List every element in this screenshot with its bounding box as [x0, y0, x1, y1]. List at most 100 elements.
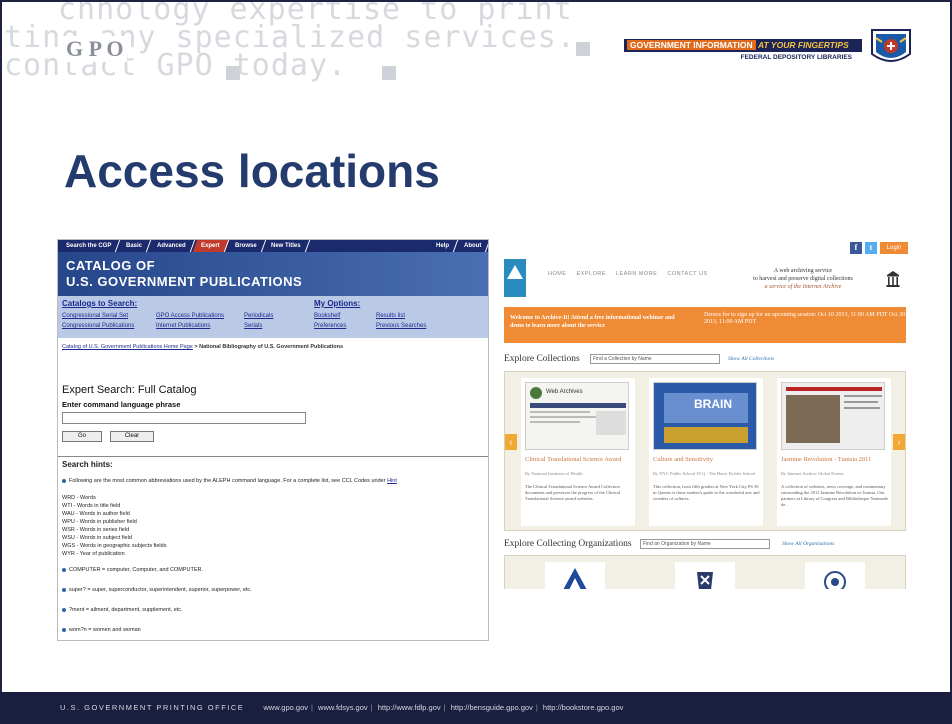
carousel-next-icon[interactable]: › — [893, 434, 905, 450]
footer-link[interactable]: www.gpo.gov — [263, 703, 308, 712]
catalog-banner: CATALOG OF U.S. GOVERNMENT PUBLICATIONS — [58, 252, 488, 296]
fdlp-eagle-logo-icon — [871, 29, 911, 62]
nav-about[interactable]: About — [455, 240, 488, 252]
social-bar: f t Login — [850, 242, 908, 254]
banner-title-part2: AT YOUR FINGERTIPS — [758, 40, 849, 50]
catalog-banner-line1: CATALOG OF — [66, 258, 156, 273]
tagline-line3: a service of the Internet Archive — [764, 284, 842, 290]
fdlp-banner: GOVERNMENT INFORMATION AT YOUR FINGERTIP… — [624, 39, 862, 65]
option-link[interactable]: Previous Searches — [376, 323, 426, 329]
org-logo-icon — [563, 568, 587, 589]
org-logo[interactable] — [545, 562, 605, 589]
banner-title-part1: GOVERNMENT INFORMATION — [627, 40, 756, 50]
footer-link[interactable]: http://bookstore.gpo.gov — [543, 703, 623, 712]
catalog-link[interactable]: GPO Access Publications — [156, 313, 224, 319]
catalog-link[interactable]: Congressional Serial Set — [62, 313, 128, 319]
command-input[interactable] — [62, 412, 306, 424]
slide-title: Access locations — [64, 145, 440, 197]
option-link[interactable]: Results list — [376, 313, 405, 319]
show-all-collections-link[interactable]: Show All Collections — [728, 356, 774, 362]
archive-building-icon — [886, 271, 900, 287]
hint-intro: Following are the most common abbreviati… — [62, 478, 397, 484]
footer-link[interactable]: http://www.fdlp.gov — [378, 703, 441, 712]
breadcrumb-current: > National Bibliography of U.S. Governme… — [192, 344, 344, 350]
org-logo-icon — [824, 571, 846, 589]
bullet-icon — [62, 567, 66, 572]
command-language-label: Enter command language phrase — [62, 400, 181, 409]
bullet-icon — [62, 478, 66, 483]
hint-link[interactable]: Hint — [387, 478, 397, 484]
breadcrumb-home-link[interactable]: Catalog of U.S. Government Publications … — [62, 344, 193, 350]
nav-new-titles[interactable]: New Titles — [263, 240, 311, 252]
find-collection-input[interactable]: Find a Collection by Name — [590, 354, 720, 364]
facebook-icon[interactable]: f — [850, 242, 862, 254]
carousel-prev-icon[interactable]: ‹ — [505, 434, 517, 450]
archive-it-menu: HOME EXPLORE LEARN MORE CONTACT US — [548, 271, 708, 277]
catalog-link[interactable]: Congressional Publications — [62, 323, 134, 329]
collection-thumbnail — [781, 382, 885, 450]
go-button[interactable]: Go — [62, 431, 102, 442]
twitter-icon[interactable]: t — [865, 242, 877, 254]
catalog-link[interactable]: Periodicals — [244, 313, 273, 319]
nav-basic[interactable]: Basic — [118, 240, 152, 252]
catalog-link[interactable]: Serials — [244, 323, 262, 329]
code-item: WYR - Year of publication — [62, 551, 125, 557]
code-item: WAU - Words in author field — [62, 511, 130, 517]
gpo-logo: G P O — [62, 36, 128, 62]
archive-it-logo-icon — [504, 259, 526, 297]
catalog-nav-bar: Search the CGP Basic Advanced Expert Bro… — [58, 240, 488, 252]
menu-contact-us[interactable]: CONTACT US — [667, 271, 707, 277]
collection-by: By Internet Archive Global Events — [781, 471, 844, 476]
nav-expert[interactable]: Expert — [192, 240, 229, 252]
webinar-promo-banner[interactable]: Welcome to Archive-It! Attend a free inf… — [504, 307, 906, 343]
show-all-orgs-link[interactable]: Show All Organizations — [782, 541, 834, 547]
collection-desc: This collection, from fifth graders at N… — [653, 484, 760, 501]
expert-search-title: Expert Search: Full Catalog — [62, 384, 197, 396]
collection-by: By NYC Public School 39 Q - The Harry Ei… — [653, 471, 756, 476]
catalog-link[interactable]: Internet Publications — [156, 323, 210, 329]
code-item: WRD - Words — [62, 495, 96, 501]
nav-advanced[interactable]: Advanced — [149, 240, 196, 252]
explore-collections-heading: Explore Collections — [504, 354, 580, 364]
bullet-icon — [62, 627, 66, 632]
option-link[interactable]: Bookshelf — [314, 313, 340, 319]
clear-button[interactable]: Clear — [110, 431, 154, 442]
search-hints-title: Search hints: — [62, 460, 113, 469]
footer-link[interactable]: www.fdsys.gov — [318, 703, 368, 712]
catalog-banner-line2: U.S. GOVERNMENT PUBLICATIONS — [66, 274, 303, 289]
collection-desc: The Clinical Translational Science Award… — [525, 484, 621, 501]
nav-help[interactable]: Help — [427, 240, 458, 252]
example-item: COMPUTER = computer, Computer, and COMPU… — [62, 567, 203, 573]
org-logo-icon — [697, 572, 713, 589]
banner-title: GOVERNMENT INFORMATION AT YOUR FINGERTIP… — [627, 40, 849, 50]
catalog-screenshot: Search the CGP Basic Advanced Expert Bro… — [57, 239, 489, 641]
collection-thumbnail: BRAIN — [653, 382, 757, 450]
menu-explore[interactable]: EXPLORE — [577, 271, 606, 277]
promo-dates: Demos for to sign up for an upcoming ses… — [704, 312, 906, 325]
option-link[interactable]: Preferences — [314, 323, 346, 329]
nav-search-cgp[interactable]: Search the CGP — [58, 240, 121, 252]
collection-card[interactable]: Web Archives Clinical Translational Scie… — [521, 378, 635, 526]
login-button[interactable]: Login — [880, 242, 908, 254]
collection-title: Clinical Translational Science Award — [525, 456, 622, 463]
watermark-square — [382, 66, 396, 80]
collection-card[interactable]: Jasmine Revolution - Tunisia 2011 By Int… — [777, 378, 891, 526]
breadcrumb: Catalog of U.S. Government Publications … — [62, 344, 343, 350]
footer-org: U.S. GOVERNMENT PRINTING OFFICE — [60, 703, 245, 712]
find-org-input[interactable]: Find an Organization by Name — [640, 539, 770, 549]
example-item: wom?n = women and woman — [62, 627, 141, 633]
collection-title: Culture and Sensitivity — [653, 456, 713, 463]
nav-browse[interactable]: Browse — [226, 240, 266, 252]
promo-text: Welcome to Archive-It! Attend a free inf… — [510, 315, 675, 329]
collection-card[interactable]: BRAIN Culture and Sensitivity By NYC Pub… — [649, 378, 763, 526]
organizations-strip — [504, 555, 906, 589]
org-logo[interactable] — [675, 562, 735, 589]
menu-home[interactable]: HOME — [548, 271, 567, 277]
watermark-line-3: contact GPO today. — [4, 48, 348, 83]
collection-title: Jasmine Revolution - Tunisia 2011 — [781, 456, 872, 463]
footer-link[interactable]: http://bensguide.gpo.gov — [451, 703, 533, 712]
org-logo[interactable] — [805, 562, 865, 589]
example-item: super? = super, superconductor, superint… — [62, 587, 252, 593]
menu-learn-more[interactable]: LEARN MORE — [616, 271, 657, 277]
collection-thumbnail: Web Archives — [525, 382, 629, 450]
